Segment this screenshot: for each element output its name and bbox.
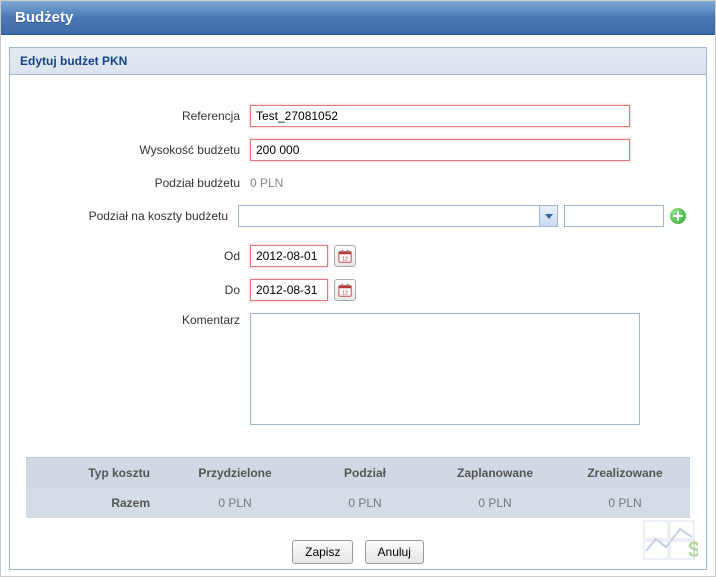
summary-table: Typ kosztu Przydzielone Podział Zaplanow… [26,457,690,518]
add-icon[interactable] [670,208,686,224]
row-label-total: Razem [26,488,170,518]
date-from-calendar-button[interactable]: 12 [334,245,356,267]
table-header-row: Typ kosztu Przydzielone Podział Zaplanow… [26,458,690,488]
col-header-realized: Zrealizowane [560,458,690,488]
svg-text:12: 12 [342,256,348,262]
form-body: Referencja Wysokość budżetu Podział budż… [10,75,706,449]
col-header-division: Podział [300,458,430,488]
reference-label: Referencja [30,109,250,123]
reference-input[interactable] [250,105,630,127]
edit-budget-panel: Edytuj budżet PKN Referencja Wysokość bu… [9,47,707,570]
save-button[interactable]: Zapisz [292,540,353,564]
cell-assigned: 0 PLN [170,488,300,518]
cost-split-value-input[interactable] [564,205,664,227]
col-header-type: Typ kosztu [26,458,170,488]
date-to-label: Do [30,283,250,297]
budget-division-label: Podział budżetu [30,176,250,190]
svg-text:12: 12 [342,290,348,296]
date-to-input[interactable] [250,279,328,301]
budget-amount-input[interactable] [250,139,630,161]
page-title: Budżety [15,9,73,26]
content-area: Edytuj budżet PKN Referencja Wysokość bu… [1,35,715,576]
col-header-planned: Zaplanowane [430,458,560,488]
cell-division: 0 PLN [300,488,430,518]
cost-split-select[interactable] [238,205,558,227]
chevron-down-icon[interactable] [539,206,557,226]
button-row: Zapisz Anuluj [10,518,706,574]
cost-split-label: Podział na koszty budżetu [30,209,238,223]
date-from-input[interactable] [250,245,328,267]
cell-planned: 0 PLN [430,488,560,518]
calendar-icon: 12 [338,283,352,297]
date-to-calendar-button[interactable]: 12 [334,279,356,301]
budget-amount-label: Wysokość budżetu [30,143,250,157]
comment-textarea[interactable] [250,313,640,425]
table-row: Razem 0 PLN 0 PLN 0 PLN 0 PLN [26,488,690,518]
app-root: Budżety Edytuj budżet PKN Referencja Wys… [0,0,716,577]
cancel-button[interactable]: Anuluj [365,540,424,564]
calendar-icon: 12 [338,249,352,263]
comment-label: Komentarz [30,313,250,327]
cell-realized: 0 PLN [560,488,690,518]
page-title-bar: Budżety [1,1,715,35]
panel-title: Edytuj budżet PKN [10,48,706,75]
date-from-label: Od [30,249,250,263]
col-header-assigned: Przydzielone [170,458,300,488]
budget-division-value: 0 PLN [250,173,283,193]
